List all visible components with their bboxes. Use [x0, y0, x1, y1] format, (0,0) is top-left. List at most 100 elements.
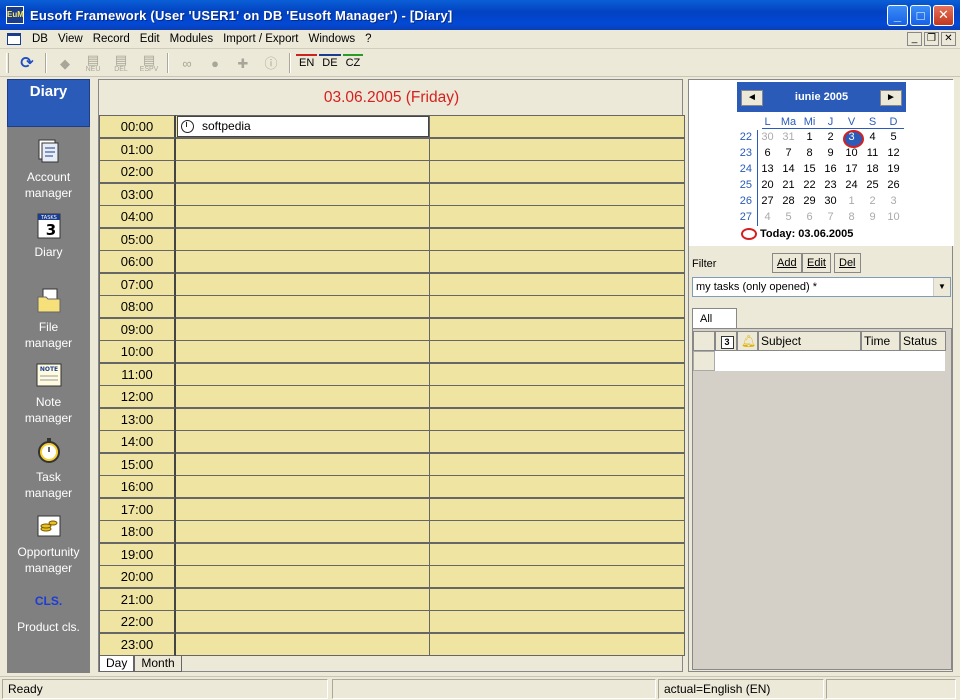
calendar-day[interactable]: 8 [799, 147, 820, 159]
refresh-icon[interactable]: ⟳ [13, 52, 41, 74]
binoculars-icon[interactable]: ∞ [173, 52, 201, 74]
filter-add-button[interactable]: Add [772, 253, 802, 273]
menu-edit[interactable]: Edit [135, 33, 165, 45]
maximize-button[interactable]: □ [910, 4, 931, 26]
diary-slot[interactable] [176, 542, 429, 566]
row-selector[interactable] [693, 351, 715, 371]
diary-slot-secondary[interactable] [429, 542, 685, 566]
calendar-day[interactable]: 8 [841, 211, 862, 223]
diary-slot-secondary[interactable] [429, 632, 685, 656]
diary-slot[interactable] [176, 497, 429, 521]
calendar-day[interactable]: 19 [883, 163, 904, 175]
sidebar-item-product-cls[interactable]: CLS. Product cls. [7, 587, 90, 635]
diary-slot-secondary[interactable] [429, 340, 685, 363]
diary-slot-secondary[interactable] [429, 385, 685, 408]
calendar-day[interactable]: 12 [883, 147, 904, 159]
diary-slot-secondary[interactable] [429, 362, 685, 386]
calendar-day[interactable]: 7 [778, 147, 799, 159]
sidebar-item-note-manager[interactable]: NOTE Note manager [7, 362, 90, 426]
calendar-day[interactable]: 10 [883, 211, 904, 223]
diary-slot[interactable] [176, 362, 429, 386]
diary-slot[interactable] [176, 565, 429, 588]
calendar-day[interactable]: 6 [757, 147, 778, 159]
diary-slot[interactable] [176, 160, 429, 183]
calendar-day[interactable]: 16 [820, 163, 841, 175]
filter-edit-button[interactable]: Edit [802, 253, 831, 273]
calendar-day[interactable]: 13 [757, 163, 778, 175]
diary-slot-secondary[interactable] [429, 610, 685, 633]
column-selector[interactable] [693, 331, 715, 351]
lang-de-button[interactable]: DE [319, 54, 341, 72]
calendar-day[interactable]: 15 [799, 163, 820, 175]
menu-import-export[interactable]: Import / Export [218, 33, 303, 45]
calendar-day[interactable]: 3 [883, 195, 904, 207]
calendar-day[interactable]: 21 [778, 179, 799, 191]
diary-slot-secondary[interactable] [429, 430, 685, 453]
column-type[interactable]: 3 [715, 331, 737, 351]
calendar-day[interactable]: 25 [862, 179, 883, 191]
calendar-day[interactable]: 1 [799, 131, 820, 143]
new-icon[interactable]: ▤ NEU [79, 52, 107, 74]
mdi-close-button[interactable]: ✕ [941, 32, 956, 46]
diary-slot-secondary[interactable] [429, 250, 685, 273]
tab-all[interactable]: All [692, 308, 737, 329]
sidebar-item-opportunity-manager[interactable]: Opportunity manager [7, 512, 90, 576]
calendar-day[interactable]: 29 [799, 195, 820, 207]
diary-slot[interactable] [176, 227, 429, 251]
diary-slot-secondary[interactable] [429, 295, 685, 318]
diary-slot[interactable] [176, 137, 429, 161]
diary-slot[interactable] [176, 430, 429, 453]
calendar-day[interactable]: 26 [883, 179, 904, 191]
diary-slot[interactable] [176, 182, 429, 206]
menu-modules[interactable]: Modules [165, 33, 218, 45]
tag-icon[interactable]: ◆ [51, 52, 79, 74]
calendar-week-number[interactable]: 23 [730, 147, 752, 159]
diary-event[interactable]: softpedia [177, 116, 429, 137]
diary-slot[interactable] [176, 520, 429, 543]
task-empty-cell[interactable] [715, 351, 945, 371]
calendar-day[interactable]: 6 [799, 211, 820, 223]
calendar-day[interactable]: 1 [841, 195, 862, 207]
calendar-day[interactable]: 27 [757, 195, 778, 207]
column-subject[interactable]: Subject [758, 331, 861, 351]
diary-slot-secondary[interactable] [429, 227, 685, 251]
copy-icon[interactable]: ▤ ESPV [135, 52, 163, 74]
sidebar-header[interactable]: Diary [7, 79, 90, 127]
sidebar-item-diary[interactable]: TASKS 3 Diary [7, 212, 90, 260]
menu-db[interactable]: DB [27, 33, 53, 45]
diary-slot[interactable] [176, 385, 429, 408]
calendar-today[interactable]: Today: 03.06.2005 [741, 228, 853, 241]
diary-slot-secondary[interactable] [429, 407, 685, 431]
task-new-row[interactable] [693, 351, 945, 371]
menu-help[interactable]: ? [360, 33, 376, 45]
diary-slot-secondary[interactable] [429, 520, 685, 543]
diary-slot[interactable] [176, 272, 429, 296]
diary-slot-secondary[interactable] [429, 317, 685, 341]
calendar-day[interactable]: 9 [820, 147, 841, 159]
calendar-day[interactable]: 30 [820, 195, 841, 207]
calendar-day[interactable]: 31 [778, 131, 799, 143]
diary-slot-secondary[interactable] [429, 182, 685, 206]
diary-slot-secondary[interactable] [429, 272, 685, 296]
column-status[interactable]: Status [900, 331, 946, 351]
calendar-day[interactable]: 20 [757, 179, 778, 191]
calendar-week-number[interactable]: 27 [730, 211, 752, 223]
diary-slot[interactable] [176, 587, 429, 611]
calendar-day[interactable]: 4 [862, 131, 883, 143]
calendar-prev-button[interactable]: ◄ [741, 90, 763, 106]
column-time[interactable]: Time [861, 331, 900, 351]
menu-windows[interactable]: Windows [304, 33, 361, 45]
calendar-day[interactable]: 22 [799, 179, 820, 191]
mdi-restore-button[interactable]: ❐ [924, 32, 939, 46]
diary-slot-secondary[interactable] [429, 452, 685, 476]
calendar-day[interactable]: 18 [862, 163, 883, 175]
calendar-day[interactable]: 24 [841, 179, 862, 191]
diary-slot-secondary[interactable] [429, 137, 685, 161]
calendar-day[interactable]: 2 [820, 131, 841, 143]
tab-day[interactable]: Day [99, 656, 135, 672]
calendar-day-selected[interactable]: 3 [841, 130, 864, 148]
diary-slot-secondary[interactable] [429, 160, 685, 183]
calendar-day[interactable]: 5 [778, 211, 799, 223]
minimize-button[interactable]: _ [887, 4, 908, 26]
calendar-day[interactable]: 9 [862, 211, 883, 223]
